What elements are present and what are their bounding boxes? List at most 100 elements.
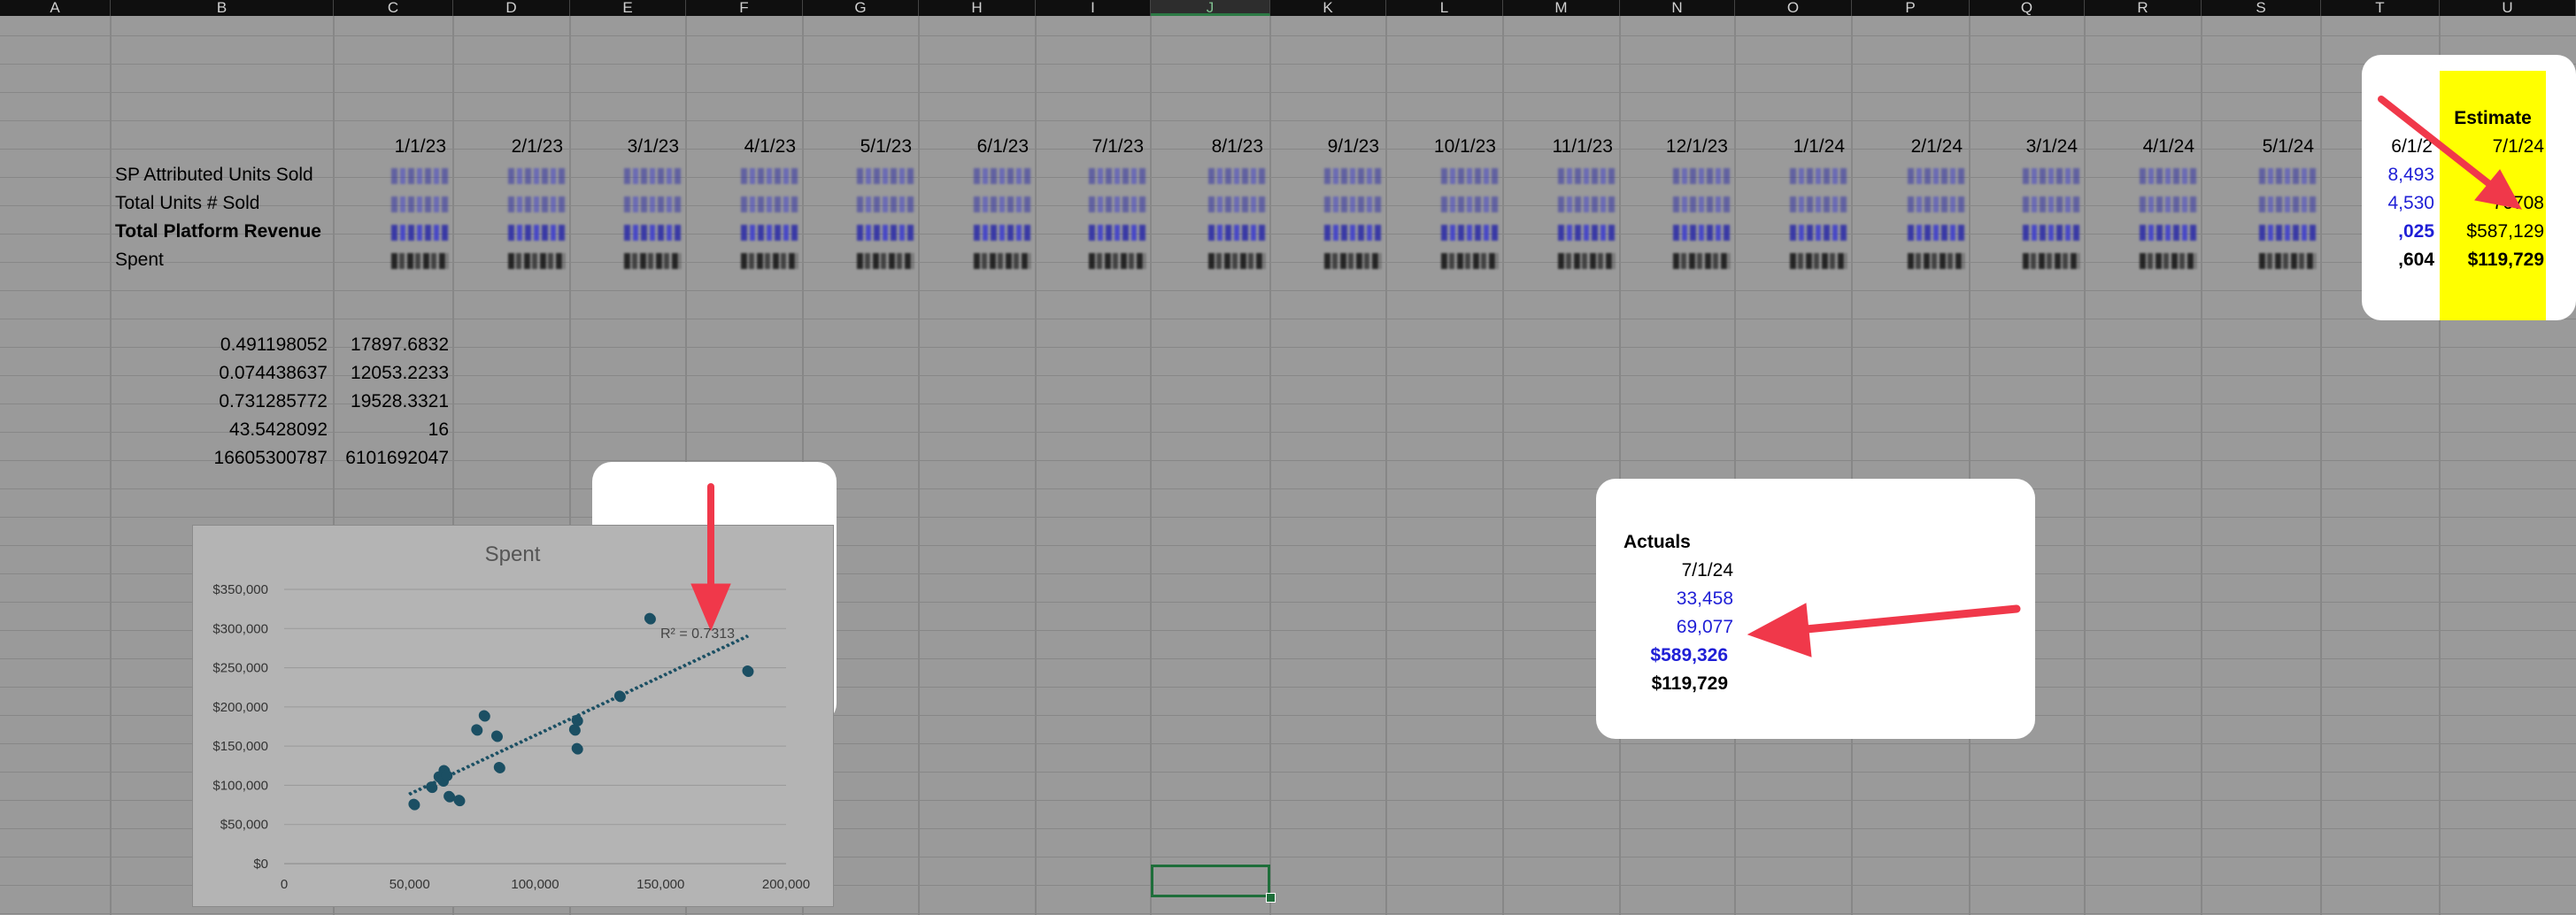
column-header-b[interactable]: B [111,0,334,16]
date-header[interactable]: 4/1/23 [688,133,796,161]
trendline-r2-label: R² = 0.7313 [660,627,736,642]
t-sp-units[interactable]: 8,493 [2328,161,2434,189]
column-header-n[interactable]: N [1620,0,1735,16]
date-header[interactable]: 1/1/24 [1737,133,1845,161]
column-header-g[interactable]: G [803,0,919,16]
y-tick-label: $200,000 [212,700,268,715]
fill-handle[interactable] [1266,893,1276,903]
regression-c-value[interactable]: 16 [336,416,449,444]
row-label-sp-units[interactable]: SP Attributed Units Sold [115,161,332,189]
date-header[interactable]: 3/1/23 [572,133,679,161]
column-header-bar: ABCDEFGHIJKLMNOPQRSTU [0,0,2576,16]
column-header-i[interactable]: I [1036,0,1151,16]
data-point [572,743,583,755]
grid-column-line [2084,16,2086,915]
column-header-e[interactable]: E [570,0,686,16]
date-header[interactable]: 6/1/2 [2323,133,2433,161]
y-tick-label: $350,000 [212,582,268,597]
obscured-value [1441,196,1498,212]
t-spent[interactable]: ,604 [2328,246,2434,274]
actuals-total-units[interactable]: 69,077 [1623,613,1733,642]
estimate-revenue[interactable]: $587,129 [2441,218,2544,246]
obscured-value [508,196,565,212]
column-header-t[interactable]: T [2321,0,2440,16]
actuals-date[interactable]: 7/1/24 [1623,557,1733,585]
column-header-f[interactable]: F [686,0,803,16]
column-header-p[interactable]: P [1852,0,1970,16]
estimate-total-units[interactable]: 76708 [2441,189,2544,218]
regression-b-value[interactable]: 16605300787 [115,444,328,473]
column-header-m[interactable]: M [1503,0,1620,16]
obscured-value [974,168,1030,184]
estimate-header[interactable]: Estimate [2441,104,2544,133]
column-header-h[interactable]: H [919,0,1036,16]
row-label-revenue[interactable]: Total Platform Revenue [115,218,332,246]
obscured-value [1673,253,1730,269]
scatter-chart-svg: $0 $50,000 $100,000 $150,000 $200,000 $250,00… [212,542,810,892]
obscured-value [1558,168,1615,184]
estimate-date[interactable]: 7/1/24 [2441,133,2544,161]
obscured-value [1324,196,1381,212]
column-header-d[interactable]: D [453,0,570,16]
date-header[interactable]: 5/1/24 [2203,133,2314,161]
obscured-value [391,168,448,184]
regression-b-value[interactable]: 0.074438637 [115,359,328,388]
obscured-value [2140,168,2196,184]
column-header-r[interactable]: R [2085,0,2202,16]
regression-c-value[interactable]: 17897.6832 [336,331,449,359]
t-revenue[interactable]: ,025 [2328,218,2434,246]
regression-b-value[interactable]: 0.731285772 [115,388,328,416]
date-header[interactable]: 1/1/23 [335,133,446,161]
actuals-header[interactable]: Actuals [1623,528,1739,557]
t-total-units[interactable]: 4,530 [2328,189,2434,218]
column-header-l[interactable]: L [1386,0,1503,16]
regression-c-value[interactable]: 6101692047 [336,444,449,473]
regression-c-value[interactable]: 12053.2233 [336,359,449,388]
date-header[interactable]: 2/1/23 [455,133,563,161]
obscured-value [1208,253,1265,269]
column-header-k[interactable]: K [1270,0,1386,16]
estimate-spent[interactable]: $119,729 [2441,246,2544,274]
obscured-value [1441,253,1498,269]
regression-b-value[interactable]: 0.491198052 [115,331,328,359]
actuals-sp-units[interactable]: 33,458 [1623,585,1733,613]
actuals-spent[interactable]: $119,729 [1623,670,1728,698]
column-header-o[interactable]: O [1735,0,1852,16]
actuals-revenue[interactable]: $589,326 [1623,642,1728,670]
date-header[interactable]: 9/1/23 [1272,133,1379,161]
date-header[interactable]: 11/1/23 [1505,133,1613,161]
column-header-j[interactable]: J [1151,0,1270,16]
obscured-value [2259,225,2316,241]
data-point [614,691,626,703]
obscured-value [2259,196,2316,212]
column-header-q[interactable]: Q [1970,0,2085,16]
column-header-a[interactable]: A [0,0,111,16]
date-header[interactable]: 4/1/24 [2086,133,2194,161]
row-label-spent[interactable]: Spent [115,246,332,274]
obscured-value [624,196,681,212]
regression-b-value[interactable]: 43.5428092 [115,416,328,444]
obscured-value [1790,225,1847,241]
regression-c-value[interactable]: 19528.3321 [336,388,449,416]
date-header[interactable]: 3/1/24 [1971,133,2078,161]
obscured-value [1089,225,1145,241]
date-header[interactable]: 5/1/23 [805,133,912,161]
column-header-s[interactable]: S [2202,0,2321,16]
scatter-chart[interactable]: $0 $50,000 $100,000 $150,000 $200,000 $250,00… [192,525,834,907]
date-header[interactable]: 6/1/23 [921,133,1029,161]
obscured-value [1558,253,1615,269]
selected-cell[interactable] [1151,865,1270,897]
row-label-total-units[interactable]: Total Units # Sold [115,189,332,218]
column-header-c[interactable]: C [334,0,453,16]
obscured-value [1790,168,1847,184]
date-header[interactable]: 2/1/24 [1854,133,1963,161]
y-tick-label: $0 [253,857,268,872]
date-header[interactable]: 12/1/23 [1622,133,1728,161]
date-header[interactable]: 7/1/23 [1037,133,1144,161]
obscured-value [508,225,565,241]
obscured-value [857,196,914,212]
date-header[interactable]: 10/1/23 [1388,133,1496,161]
column-header-u[interactable]: U [2440,0,2576,16]
date-header[interactable]: 8/1/23 [1153,133,1263,161]
data-point [409,799,420,811]
